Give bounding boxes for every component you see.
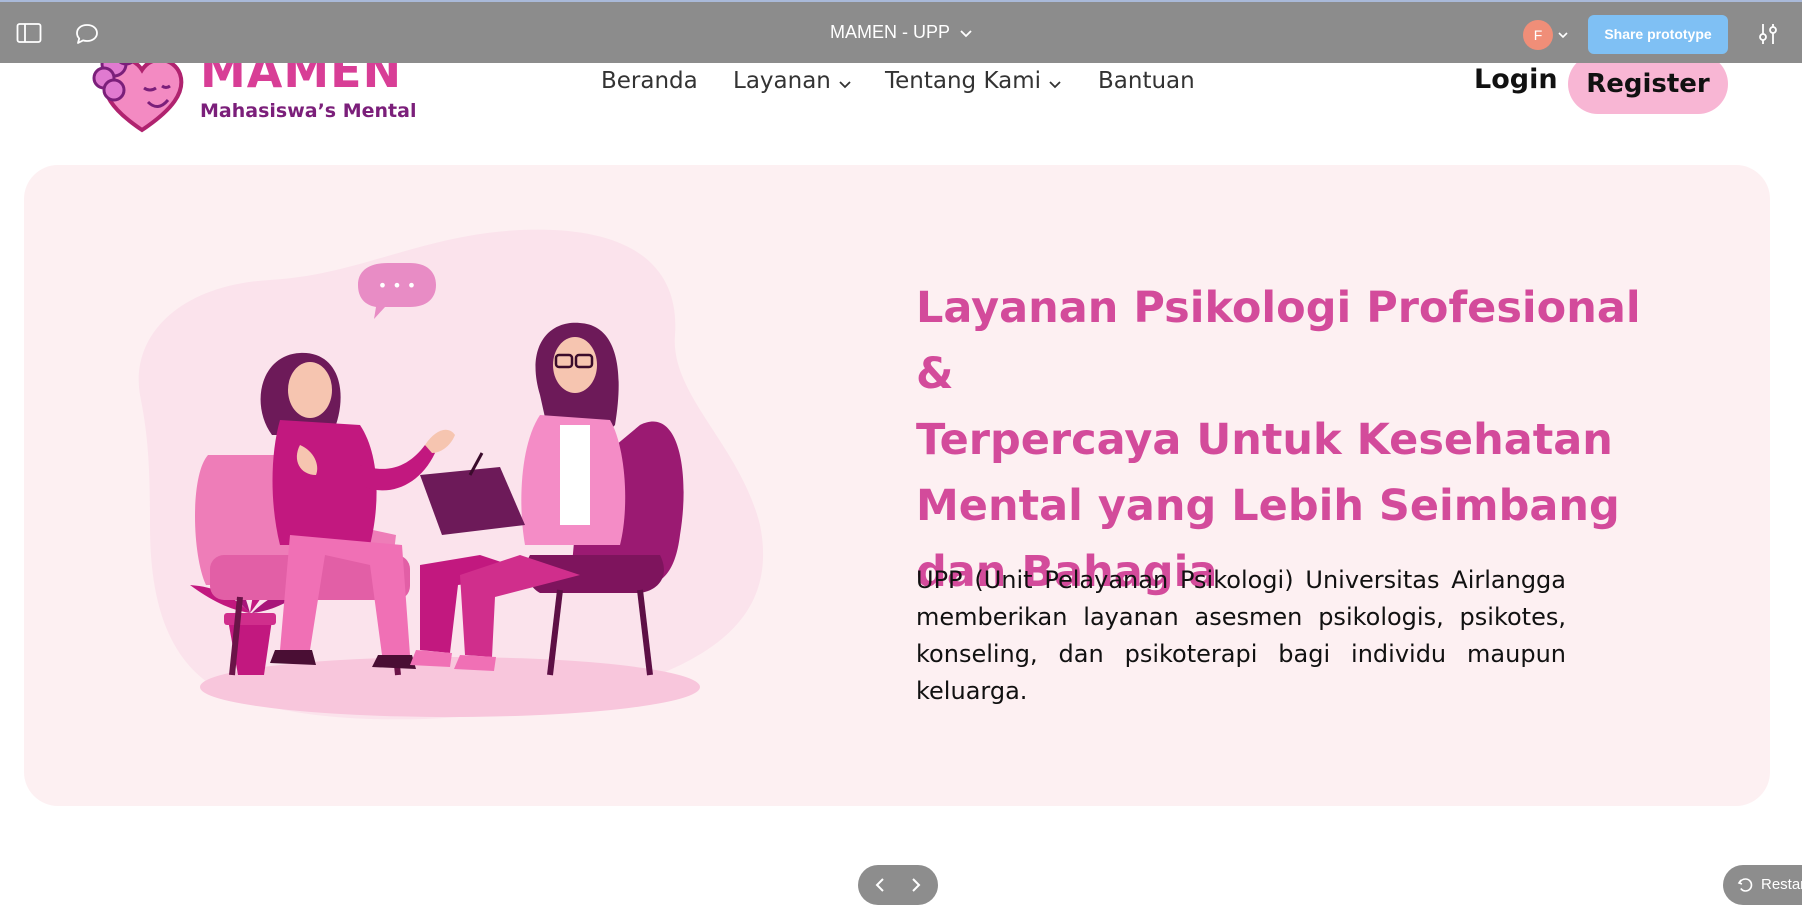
- chevron-down-icon: [960, 22, 972, 43]
- logo-tagline: Mahasiswa’s Mental: [200, 100, 417, 122]
- chevron-down-icon: [839, 69, 851, 95]
- hero-title-line: Mental yang Lebih Seimbang: [916, 481, 1620, 531]
- previous-frame-arrow-icon[interactable]: [874, 877, 886, 897]
- hero-title: Layanan Psikologi Profesional & Terperca…: [916, 275, 1656, 605]
- speech-bubble-dots: • • •: [378, 276, 416, 295]
- settings-sliders-icon[interactable]: [1756, 22, 1780, 50]
- nav-item-layanan[interactable]: Layanan: [733, 68, 851, 95]
- nav-label: Bantuan: [1098, 68, 1195, 94]
- share-prototype-button[interactable]: Share prototype: [1588, 15, 1728, 54]
- prototype-frame-navigator: [858, 865, 938, 905]
- nav-item-bantuan[interactable]: Bantuan: [1098, 68, 1195, 94]
- next-frame-arrow-icon[interactable]: [910, 877, 922, 897]
- hero-description: UPP (Unit Pelayanan Psikologi) Universit…: [916, 566, 1566, 705]
- prototype-viewer: MAMEN - UPP F Share prototype MAMEN Maha…: [0, 0, 1802, 910]
- prototype-toolbar: MAMEN - UPP F Share prototype: [0, 0, 1802, 63]
- chevron-down-icon: [1049, 69, 1061, 95]
- login-link[interactable]: Login: [1474, 64, 1558, 95]
- prototype-title-text: MAMEN - UPP: [829, 22, 950, 42]
- hero-title-line: Terpercaya Untuk Kesehatan: [916, 415, 1613, 465]
- restart-icon: [1737, 878, 1753, 892]
- avatar-chevron-down-icon[interactable]: [1558, 24, 1568, 43]
- nav-label: Tentang Kami: [885, 68, 1042, 94]
- register-button[interactable]: Register: [1568, 54, 1728, 114]
- restart-button[interactable]: Restar: [1723, 865, 1802, 905]
- counseling-illustration: • • •: [138, 229, 764, 720]
- hero-title-line: Layanan Psikologi Profesional &: [916, 283, 1641, 399]
- nav-label: Layanan: [733, 68, 831, 94]
- nav-item-tentang-kami[interactable]: Tentang Kami: [885, 68, 1061, 95]
- restart-label: Restar: [1761, 876, 1802, 893]
- nav-label: Beranda: [601, 68, 698, 94]
- user-avatar[interactable]: F: [1523, 20, 1553, 50]
- nav-item-beranda[interactable]: Beranda: [601, 68, 698, 94]
